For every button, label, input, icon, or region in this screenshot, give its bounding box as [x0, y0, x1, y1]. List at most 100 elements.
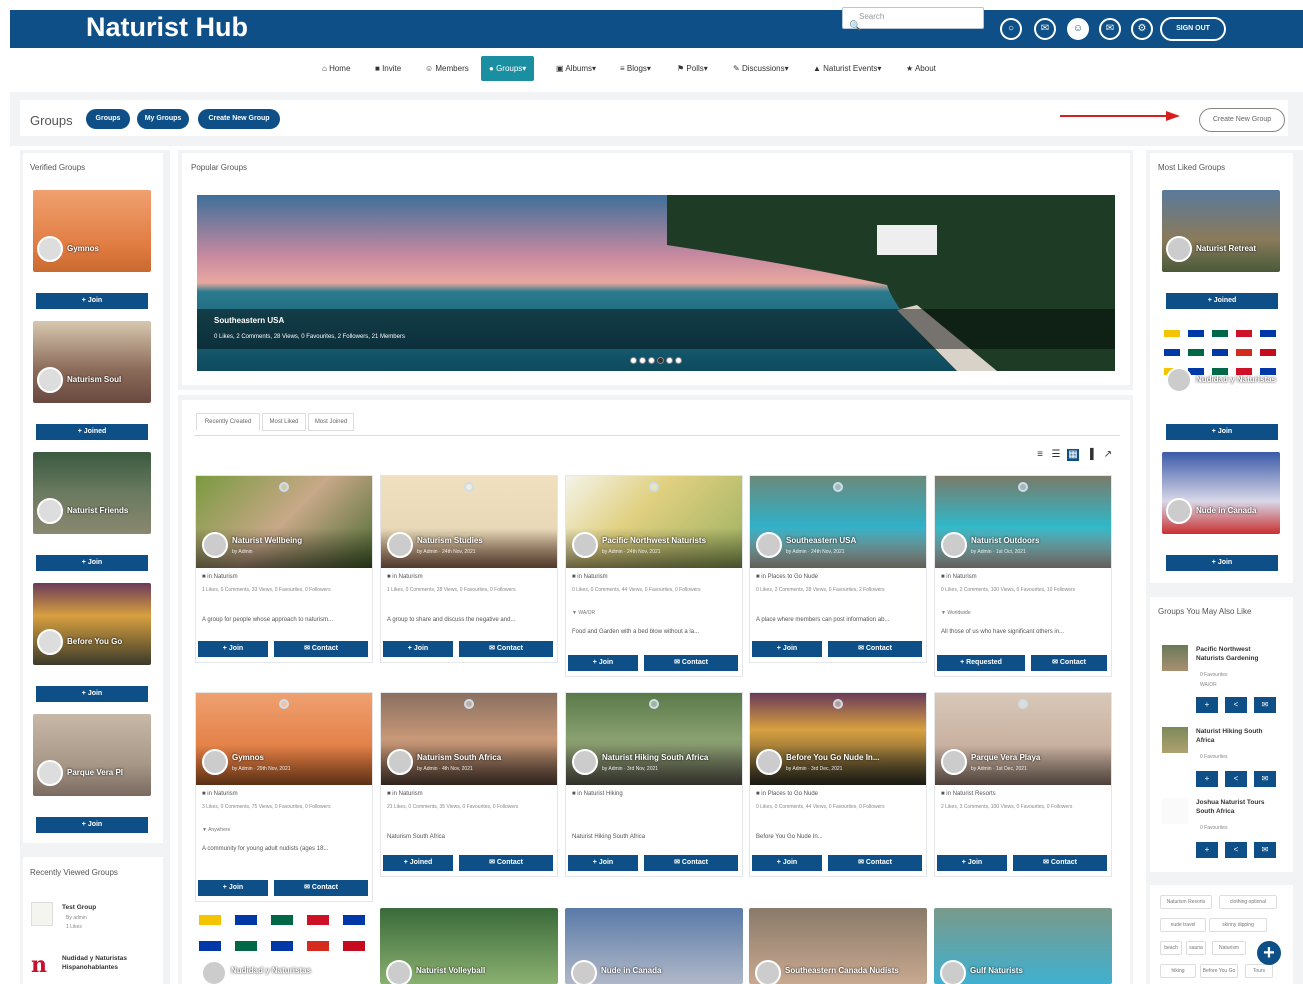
- group-card-category[interactable]: ■ in Naturist Resorts: [941, 791, 996, 797]
- contact-button[interactable]: ✉ Contact: [459, 641, 553, 657]
- nav-item-polls[interactable]: ⚑ Polls▾: [677, 59, 708, 79]
- tag-item[interactable]: Tours: [1245, 964, 1273, 978]
- nav-item-blogs[interactable]: ≡ Blogs▾: [620, 59, 651, 79]
- tag-item[interactable]: Naturism: [1212, 941, 1246, 955]
- group-card-name[interactable]: Nude in Canada: [601, 966, 661, 975]
- group-card-name[interactable]: Naturism Studies: [417, 536, 483, 545]
- message-icon[interactable]: ✉: [1254, 842, 1276, 858]
- group-card-image[interactable]: Nude in Canada: [565, 908, 743, 984]
- group-card-name[interactable]: Before You Go Nude In...: [786, 753, 880, 762]
- group-card-category[interactable]: ■ in Places to Go Nude: [756, 574, 818, 580]
- pill-my-groups[interactable]: My Groups: [137, 109, 189, 129]
- tab-most-joined[interactable]: Most Joined: [308, 413, 354, 431]
- nav-item-albums[interactable]: ▣ Albums▾: [556, 59, 596, 79]
- liked-join-button[interactable]: + Join: [1166, 555, 1278, 571]
- join-button[interactable]: + Join: [568, 855, 638, 871]
- group-card-image[interactable]: Naturism South Africa by Admin · 4th Nov,…: [381, 693, 557, 785]
- nav-item-naturist-events[interactable]: ▲ Naturist Events▾: [813, 59, 881, 79]
- tag-item[interactable]: Before You Go: [1200, 964, 1238, 978]
- verified-group-thumb[interactable]: Parque Vera Pl: [33, 714, 151, 796]
- grid-view-icon[interactable]: ▦: [1067, 449, 1079, 461]
- group-card-category[interactable]: ■ in Naturism: [202, 791, 238, 797]
- nav-item-discussions[interactable]: ✎ Discussions▾: [733, 59, 789, 79]
- group-card-category[interactable]: ■ in Naturism: [387, 791, 423, 797]
- join-button[interactable]: + Join: [383, 641, 453, 657]
- spanish-group-logo[interactable]: n: [31, 952, 55, 980]
- join-button[interactable]: + Join: [198, 880, 268, 896]
- group-card-name[interactable]: Parque Vera Playa: [971, 753, 1040, 762]
- group-card-image[interactable]: Naturist Hiking South Africa by Admin · 3…: [566, 693, 742, 785]
- may-like-thumb[interactable]: [1162, 645, 1188, 671]
- group-card-category[interactable]: ■ in Naturism: [572, 574, 608, 580]
- may-like-name[interactable]: Joshua Naturist Tours South Africa: [1196, 798, 1276, 816]
- may-like-name[interactable]: Naturist Hiking South Africa: [1196, 727, 1276, 745]
- verified-join-button[interactable]: + Joined: [36, 424, 148, 440]
- slide-dot[interactable]: [657, 357, 664, 364]
- contact-button[interactable]: ✉ Contact: [644, 855, 738, 871]
- join-plus-icon[interactable]: +: [1196, 771, 1218, 787]
- tab-most-liked[interactable]: Most Liked: [262, 413, 306, 431]
- tag-item[interactable]: skinny dipping: [1209, 918, 1267, 932]
- group-card-category[interactable]: ■ in Naturism: [202, 574, 238, 580]
- contact-button[interactable]: ✉ Contact: [644, 655, 738, 671]
- group-card-category[interactable]: ■ in Places to Go Nude: [756, 791, 818, 797]
- contact-button[interactable]: ✉ Contact: [459, 855, 553, 871]
- group-card-image[interactable]: Nudidad y Naturistas: [195, 908, 373, 984]
- group-card-name[interactable]: Gymnos: [232, 753, 264, 762]
- group-card-name[interactable]: Southeastern USA: [786, 536, 856, 545]
- group-card-image[interactable]: Parque Vera Playa by Admin · 1st Dec, 202…: [935, 693, 1111, 785]
- group-card-name[interactable]: Naturist Wellbeing: [232, 536, 302, 545]
- tag-item[interactable]: beach: [1160, 941, 1182, 955]
- group-card[interactable]: Naturist Wellbeing by Admin ■ in Naturism 1…: [195, 475, 373, 663]
- pill-groups[interactable]: Groups: [86, 109, 130, 129]
- group-card-name[interactable]: Gulf Naturists: [970, 966, 1023, 975]
- message-icon[interactable]: ✉: [1254, 771, 1276, 787]
- pinboard-view-icon[interactable]: ▐: [1084, 449, 1096, 461]
- slide-dot[interactable]: [666, 357, 673, 364]
- liked-join-button[interactable]: + Joined: [1166, 293, 1278, 309]
- group-card[interactable]: Southeastern USA by Admin · 24th Nov, 202…: [749, 475, 927, 663]
- chat-icon[interactable]: ✉: [1099, 18, 1121, 40]
- tab-recently-created[interactable]: Recently Created: [196, 413, 260, 431]
- group-card-name[interactable]: Pacific Northwest Naturists: [602, 536, 706, 545]
- create-new-group-button[interactable]: Create New Group: [1199, 108, 1285, 132]
- group-card-name[interactable]: Naturist Volleyball: [416, 966, 485, 975]
- verified-join-button[interactable]: + Join: [36, 555, 148, 571]
- map-view-icon[interactable]: ↗: [1102, 449, 1114, 461]
- group-card[interactable]: Naturism South Africa by Admin · 4th Nov,…: [380, 692, 558, 877]
- verified-join-button[interactable]: + Join: [36, 293, 148, 309]
- verified-join-button[interactable]: + Join: [36, 817, 148, 833]
- brand-logo[interactable]: Naturist Hub: [86, 12, 248, 43]
- group-card-image[interactable]: Before You Go Nude In... by Admin · 3rd D…: [750, 693, 926, 785]
- list-view-icon[interactable]: ≡: [1034, 449, 1046, 461]
- message-icon[interactable]: ✉: [1254, 697, 1276, 713]
- messages-icon[interactable]: ✉: [1034, 18, 1056, 40]
- group-card-image[interactable]: Naturist Wellbeing by Admin: [196, 476, 372, 568]
- slide-title[interactable]: Southeastern USA: [214, 316, 284, 325]
- join-button[interactable]: + Join: [198, 641, 268, 657]
- contact-button[interactable]: ✉ Contact: [1031, 655, 1107, 671]
- verified-group-thumb[interactable]: Naturism Soul: [33, 321, 151, 403]
- may-like-name[interactable]: Pacific Northwest Naturists Gardening: [1196, 645, 1276, 663]
- settings-icon[interactable]: ⚙: [1131, 18, 1153, 40]
- group-card[interactable]: Pacific Northwest Naturists by Admin · 24…: [565, 475, 743, 677]
- group-card-image[interactable]: Southeastern Canada Nudists: [749, 908, 927, 984]
- group-card[interactable]: Naturist Hiking South Africa by Admin · 3…: [565, 692, 743, 877]
- join-button[interactable]: + Joined: [383, 855, 453, 871]
- liked-group-thumb[interactable]: Nude in Canada: [1162, 452, 1280, 534]
- join-button[interactable]: + Join: [752, 641, 822, 657]
- nav-item-home[interactable]: ⌂ Home: [322, 59, 350, 79]
- verified-group-thumb[interactable]: Gymnos: [33, 190, 151, 272]
- share-icon[interactable]: <: [1225, 771, 1247, 787]
- verified-join-button[interactable]: + Join: [36, 686, 148, 702]
- group-card-name[interactable]: Southeastern Canada Nudists: [785, 966, 899, 975]
- pill-create-new-group[interactable]: Create New Group: [198, 109, 280, 129]
- add-fab-button[interactable]: +: [1257, 941, 1281, 965]
- contact-button[interactable]: ✉ Contact: [274, 880, 368, 896]
- share-icon[interactable]: <: [1225, 842, 1247, 858]
- group-card-image[interactable]: Gymnos by Admin · 29th Nov, 2021: [196, 693, 372, 785]
- contact-button[interactable]: ✉ Contact: [828, 641, 922, 657]
- group-card-category[interactable]: ■ in Naturism: [387, 574, 423, 580]
- contact-button[interactable]: ✉ Contact: [828, 855, 922, 871]
- group-card-name[interactable]: Naturism South Africa: [417, 753, 501, 762]
